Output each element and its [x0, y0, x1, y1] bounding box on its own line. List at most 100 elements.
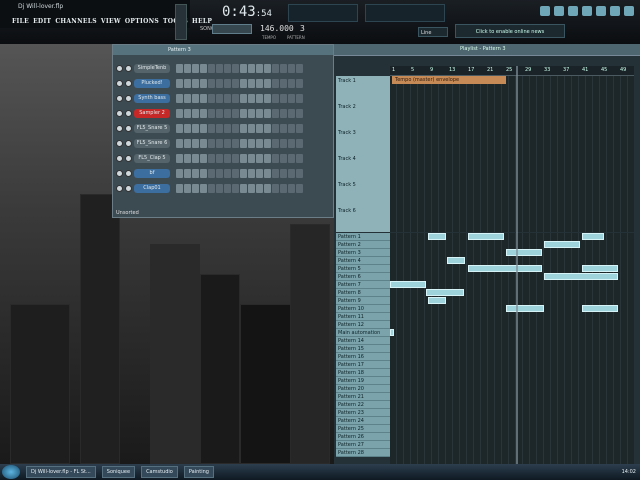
step-sequencer-header[interactable]: Pattern 3 — [113, 45, 333, 55]
step-button[interactable] — [248, 78, 255, 88]
step-button[interactable] — [208, 123, 215, 133]
menu-file[interactable]: FILE — [12, 18, 29, 25]
pattern-name[interactable]: Main automation — [336, 329, 390, 337]
step-buttons[interactable] — [176, 78, 303, 88]
step-button[interactable] — [264, 123, 271, 133]
step-button[interactable] — [176, 153, 183, 163]
step-button[interactable] — [256, 138, 263, 148]
step-button[interactable] — [208, 78, 215, 88]
step-button[interactable] — [288, 168, 295, 178]
pattern-name[interactable]: Pattern 16 — [336, 353, 390, 361]
step-button[interactable] — [184, 108, 191, 118]
step-buttons[interactable] — [176, 153, 303, 163]
step-button[interactable] — [208, 138, 215, 148]
pattern-name[interactable]: Pattern 24 — [336, 417, 390, 425]
step-button[interactable] — [288, 123, 295, 133]
step-button[interactable] — [224, 168, 231, 178]
step-button[interactable] — [296, 63, 303, 73]
step-button[interactable] — [216, 123, 223, 133]
step-button[interactable] — [232, 123, 239, 133]
tempo-display[interactable]: 146.000 — [260, 24, 294, 33]
step-button[interactable] — [280, 123, 287, 133]
step-buttons[interactable] — [176, 63, 303, 73]
step-button[interactable] — [224, 138, 231, 148]
step-buttons[interactable] — [176, 138, 303, 148]
step-button[interactable] — [288, 78, 295, 88]
step-button[interactable] — [232, 183, 239, 193]
step-button[interactable] — [240, 93, 247, 103]
step-button[interactable] — [200, 183, 207, 193]
step-button[interactable] — [200, 78, 207, 88]
pattern-name[interactable]: Pattern 27 — [336, 441, 390, 449]
menu-view[interactable]: VIEW — [101, 18, 121, 25]
pattern-name[interactable]: Pattern 9 — [336, 297, 390, 305]
pattern-clip[interactable] — [468, 265, 542, 272]
pattern-clip[interactable] — [544, 273, 618, 280]
step-button[interactable] — [192, 63, 199, 73]
step-button[interactable] — [192, 123, 199, 133]
pattern-name[interactable]: Pattern 26 — [336, 433, 390, 441]
pattern-clip[interactable] — [428, 233, 446, 240]
step-button[interactable] — [296, 138, 303, 148]
step-button[interactable] — [280, 153, 287, 163]
channel-filter-select[interactable]: Unsorted — [116, 210, 139, 216]
volume-knob[interactable] — [125, 94, 132, 102]
pattern-clip[interactable] — [468, 233, 504, 240]
step-button[interactable] — [240, 123, 247, 133]
step-button[interactable] — [240, 138, 247, 148]
step-button[interactable] — [280, 93, 287, 103]
channel-button[interactable]: FL5_Snare 6 — [134, 138, 170, 148]
online-news-bar[interactable]: Click to enable online news — [455, 24, 565, 38]
pattern-clip[interactable] — [390, 329, 394, 336]
step-button[interactable] — [224, 153, 231, 163]
step-button[interactable] — [280, 63, 287, 73]
step-button[interactable] — [256, 78, 263, 88]
pan-knob[interactable] — [116, 169, 123, 177]
step-button[interactable] — [272, 78, 279, 88]
step-button[interactable] — [272, 138, 279, 148]
playhead-marker[interactable] — [516, 66, 518, 464]
step-button[interactable] — [176, 93, 183, 103]
step-button[interactable] — [280, 108, 287, 118]
step-button[interactable] — [176, 168, 183, 178]
step-button[interactable] — [272, 93, 279, 103]
step-button[interactable] — [240, 183, 247, 193]
pattern-clip[interactable] — [582, 233, 604, 240]
playlist-icon[interactable] — [596, 6, 606, 16]
pattern-clip[interactable] — [426, 289, 464, 296]
master-volume-slider[interactable] — [175, 4, 187, 40]
step-button[interactable] — [248, 153, 255, 163]
pattern-name[interactable]: Pattern 2 — [336, 241, 390, 249]
step-button[interactable] — [192, 168, 199, 178]
pattern-clip[interactable] — [428, 297, 446, 304]
step-button[interactable] — [208, 93, 215, 103]
step-button[interactable] — [264, 153, 271, 163]
track-grid[interactable] — [390, 76, 634, 232]
step-button[interactable] — [216, 108, 223, 118]
volume-knob[interactable] — [125, 184, 132, 192]
step-button[interactable] — [232, 153, 239, 163]
step-button[interactable] — [232, 93, 239, 103]
step-button[interactable] — [224, 78, 231, 88]
channel-button[interactable]: Synth bass — [134, 93, 170, 103]
step-button[interactable] — [288, 153, 295, 163]
step-button[interactable] — [224, 183, 231, 193]
start-button[interactable] — [2, 465, 20, 479]
step-button[interactable] — [192, 108, 199, 118]
pattern-name[interactable]: Pattern 4 — [336, 257, 390, 265]
pattern-grid[interactable] — [390, 233, 634, 464]
step-button[interactable] — [184, 78, 191, 88]
step-buttons[interactable] — [176, 183, 303, 193]
step-button[interactable] — [208, 108, 215, 118]
pan-knob[interactable] — [116, 124, 123, 132]
menu-options[interactable]: OPTIONS — [125, 18, 159, 25]
pattern-name[interactable]: Pattern 1 — [336, 233, 390, 241]
task-painting[interactable]: Painting — [183, 466, 214, 478]
step-button[interactable] — [264, 93, 271, 103]
channel-button[interactable]: Sampler 2 — [134, 108, 170, 118]
step-button[interactable] — [184, 138, 191, 148]
pattern-name[interactable]: Pattern 23 — [336, 409, 390, 417]
pattern-name[interactable]: Pattern 8 — [336, 289, 390, 297]
step-buttons[interactable] — [176, 108, 303, 118]
step-button[interactable] — [216, 153, 223, 163]
